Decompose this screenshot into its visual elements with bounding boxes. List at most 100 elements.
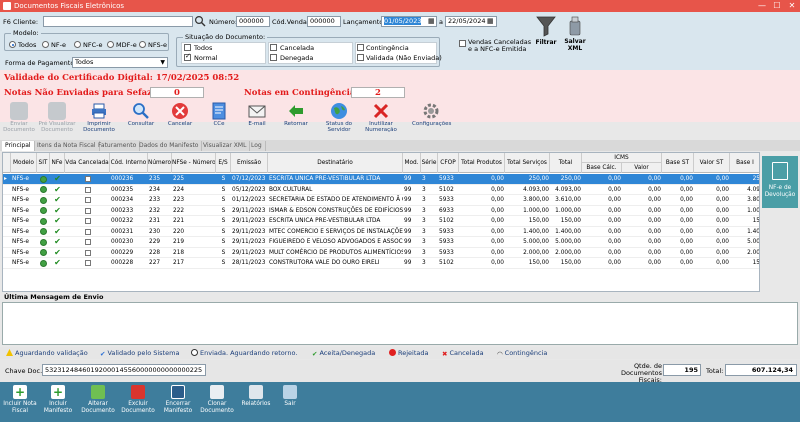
incluir-manifesto-button[interactable]: + Incluir Manifesto xyxy=(38,385,78,421)
calendar-icon[interactable]: ▦ xyxy=(428,17,435,25)
cancelar-button[interactable]: Cancelar xyxy=(161,102,199,140)
vendas-canceladas-checkbox[interactable] xyxy=(459,40,466,47)
table-row[interactable]: ✔ NFS-e 000235 234 224 S 05/12/2023 BOX CULTURA… xyxy=(3,185,759,195)
configuracoes-button[interactable]: Configurações xyxy=(412,102,451,140)
situacao-validada-checkbox[interactable] xyxy=(357,54,364,61)
situacao-validada-label: Validada (Não Enviada) xyxy=(366,54,442,62)
vda-cancelada-checkbox[interactable] xyxy=(84,176,91,182)
mensagem-box[interactable] xyxy=(2,302,798,345)
cod-venda-input[interactable]: 000000 xyxy=(307,16,341,27)
header-mod[interactable]: Mod. xyxy=(403,153,421,173)
header-sit[interactable]: SIT xyxy=(37,153,50,173)
header-total[interactable]: Total xyxy=(550,153,582,173)
email-button[interactable]: E-mail xyxy=(238,102,276,140)
header-valor[interactable]: Valor xyxy=(622,163,662,173)
header-es[interactable]: E/S xyxy=(216,153,231,173)
salvar-xml-button[interactable]: Salvar XML xyxy=(562,15,588,59)
table-row[interactable]: ✔ NFS-e 000229 228 218 S 29/11/2023 MULT COMÉRC… xyxy=(3,248,759,258)
minimize-button[interactable]: — xyxy=(755,0,769,12)
modelo-todos-radio[interactable] xyxy=(9,41,16,48)
header-total-produtos[interactable]: Total Produtos xyxy=(459,153,505,173)
numero-input[interactable]: 000000 xyxy=(236,16,270,27)
cancelar-label: Cancelar xyxy=(167,121,193,127)
vda-cancelada-checkbox[interactable] xyxy=(84,218,91,224)
checkmark-green-icon: ✔ xyxy=(312,350,318,358)
cell-nfse-numero: 225 xyxy=(173,176,185,182)
vda-cancelada-checkbox[interactable] xyxy=(84,239,91,245)
table-row[interactable]: ✔ NFS-e 000230 229 219 S 29/11/2023 FIGUEIREDO … xyxy=(3,237,759,248)
vda-cancelada-checkbox[interactable] xyxy=(84,249,91,256)
modelo-nfce-radio[interactable] xyxy=(74,41,81,48)
modelo-nfse-radio[interactable] xyxy=(139,41,146,48)
documents-table[interactable]: Modelo SIT NFe Vda Cancelada Cód. Intern… xyxy=(2,152,760,292)
header-numero[interactable]: Número xyxy=(148,153,172,173)
header-destinatario[interactable]: Destinatário xyxy=(268,153,403,173)
header-valor-st[interactable]: Valor ST xyxy=(694,153,730,173)
cell-cod-interno: 000235 xyxy=(111,186,134,193)
header-nfe[interactable]: NFe xyxy=(50,153,65,173)
modelo-mdfe-radio[interactable] xyxy=(107,41,114,48)
header-base-calc[interactable]: Base Cálc. xyxy=(582,163,622,173)
date-separator: a xyxy=(439,18,443,26)
header-cfop[interactable]: CFOP xyxy=(438,153,459,173)
nfe-devolucao-button[interactable]: NF-e de Devolução xyxy=(762,156,798,208)
sair-button[interactable]: Sair xyxy=(270,385,310,421)
enviar-documento-button[interactable]: Enviar Documento xyxy=(0,102,38,140)
header-nfse-numero[interactable]: NFSe - Número xyxy=(172,153,216,173)
table-row[interactable]: ✔ NFS-e 000232 231 221 S 29/11/2023 ESCRITA UNI… xyxy=(3,216,759,227)
vda-cancelada-checkbox[interactable] xyxy=(84,260,91,266)
table-row[interactable]: ✔ NFS-e 000231 230 220 S 29/11/2023 MTEC COMERC… xyxy=(3,227,759,237)
tab-dados-manifesto[interactable]: Dados do Manifesto xyxy=(136,141,203,151)
header-base-st[interactable]: Base ST xyxy=(662,153,694,173)
cce-button[interactable]: CCe xyxy=(200,102,238,140)
table-row[interactable]: ✔ NFS-e 000228 227 217 S 28/11/2023 CONSTRUTORA… xyxy=(3,258,759,269)
forma-pagamento-select[interactable]: Todos ▼ xyxy=(72,57,168,68)
encerrar-manifesto-button[interactable]: Encerrar Manifesto xyxy=(158,385,198,421)
cell-serie: 3 xyxy=(422,207,426,214)
situacao-normal-checkbox[interactable] xyxy=(184,52,191,61)
modelo-nfe-radio[interactable] xyxy=(42,41,49,48)
tab-log[interactable]: Log xyxy=(248,141,266,151)
trash-icon xyxy=(131,385,145,399)
vda-cancelada-checkbox[interactable] xyxy=(84,207,91,214)
retornar-button[interactable]: Retornar xyxy=(277,102,315,140)
chave-field[interactable]: 53231248460192000145560000000000000225 xyxy=(42,364,206,376)
header-modelo[interactable]: Modelo xyxy=(11,153,37,173)
imprimir-button[interactable]: Imprimir Documento xyxy=(80,102,118,140)
tab-itens-nota[interactable]: Itens da Nota Fiscal xyxy=(34,141,100,151)
cliente-input[interactable] xyxy=(43,16,193,27)
calendar-icon[interactable]: ▦ xyxy=(487,17,494,25)
inutilizar-button[interactable]: Inutilizar Numeração xyxy=(362,102,400,140)
consultar-button[interactable]: Consultar xyxy=(122,102,160,140)
cliente-search-icon[interactable] xyxy=(194,15,206,27)
close-button[interactable]: ✕ xyxy=(785,0,799,12)
vda-cancelada-checkbox[interactable] xyxy=(84,228,91,235)
vda-cancelada-checkbox[interactable] xyxy=(84,186,91,193)
table-row[interactable]: ✔ NFS-e 000234 233 223 S 01/12/2023 SECRETARIA … xyxy=(3,195,759,206)
table-row[interactable]: ✔ NFS-e 000233 232 222 S 29/11/2023 ISMAR & EDS… xyxy=(3,206,759,216)
table-row[interactable]: ▸ ✔ NFS-e 000236 235 225 S 07/12/2023 ESCRITA UN… xyxy=(3,174,759,185)
header-serie[interactable]: Série xyxy=(421,153,438,173)
tab-faturamento[interactable]: Faturamento xyxy=(95,141,141,151)
status-servidor-button[interactable]: Status do Servidor xyxy=(320,102,358,140)
cell-modelo: NFS-e xyxy=(12,176,29,182)
tab-principal[interactable]: Principal xyxy=(2,141,35,151)
clonar-documento-button[interactable]: Clonar Documento xyxy=(197,385,237,421)
pre-visualizar-button[interactable]: Pré Visualizar Documento xyxy=(38,102,76,140)
situacao-cancelada-checkbox[interactable] xyxy=(270,44,277,51)
filtrar-button[interactable]: Filtrar xyxy=(533,15,559,55)
header-base-i[interactable]: Base I xyxy=(730,153,759,173)
header-emissao[interactable]: Emissão xyxy=(231,153,268,173)
incluir-nota-button[interactable]: + Incluir Nota Fiscal xyxy=(0,385,40,421)
alterar-documento-button[interactable]: Alterar Documento xyxy=(78,385,118,421)
vda-cancelada-checkbox[interactable] xyxy=(84,197,91,203)
header-total-servicos[interactable]: Total Serviços xyxy=(505,153,550,173)
situacao-denegada-checkbox[interactable] xyxy=(270,54,277,61)
header-cod-interno[interactable]: Cód. Interno xyxy=(110,153,148,173)
tab-visualizar-xml[interactable]: Visualizar XML xyxy=(200,141,251,151)
maximize-button[interactable]: ☐ xyxy=(770,0,784,12)
situacao-contingencia-checkbox[interactable] xyxy=(357,44,364,51)
excluir-documento-button[interactable]: Excluir Documento xyxy=(118,385,158,421)
header-vda-cancelada[interactable]: Vda Cancelada xyxy=(65,153,110,173)
situacao-todos-checkbox[interactable] xyxy=(184,44,191,51)
